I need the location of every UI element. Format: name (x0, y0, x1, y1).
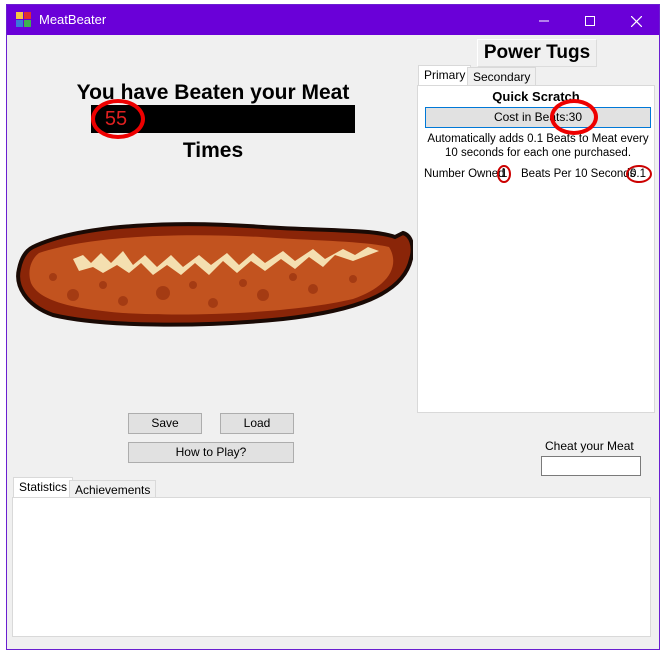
tab-primary[interactable]: Primary (418, 65, 472, 86)
cheat-label: Cheat your Meat (545, 439, 634, 453)
close-icon (630, 15, 642, 28)
title-bar: MeatBeater (7, 5, 659, 35)
minimize-button[interactable] (521, 5, 567, 35)
upgrade-name: Quick Scratch (492, 89, 580, 104)
tab-secondary[interactable]: Secondary (467, 67, 537, 86)
close-button[interactable] (613, 5, 659, 35)
cheat-input[interactable] (541, 456, 641, 476)
how-to-play-button[interactable]: How to Play? (128, 442, 294, 463)
power-tugs-title: Power Tugs (477, 39, 597, 67)
rate-label: Beats Per 10 Seconds (521, 168, 636, 180)
app-icon (16, 12, 32, 28)
owned-label: Number Owned (424, 168, 505, 180)
load-button[interactable]: Load (220, 413, 294, 434)
tab-statistics[interactable]: Statistics (13, 477, 74, 498)
main-window: MeatBeater You have Beaten your Meat 55 … (6, 4, 660, 650)
window-title: MeatBeater (39, 12, 107, 27)
minimize-icon (539, 20, 549, 22)
highlight-circle-count (91, 99, 145, 139)
highlight-circle-owned (497, 165, 511, 183)
maximize-button[interactable] (567, 5, 613, 35)
times-label: Times (182, 139, 244, 162)
highlight-circle-cost (550, 99, 598, 135)
sausage-image[interactable] (13, 215, 413, 335)
beaten-heading: You have Beaten your Meat (76, 81, 350, 104)
save-button[interactable]: Save (128, 413, 202, 434)
upgrade-description: Automatically adds 0.1 Beats to Meat eve… (427, 133, 649, 159)
statistics-panel (12, 497, 651, 637)
buy-upgrade-button[interactable]: Cost in Beats:30 (425, 107, 651, 128)
maximize-icon (585, 16, 595, 27)
highlight-circle-rate (626, 165, 652, 183)
